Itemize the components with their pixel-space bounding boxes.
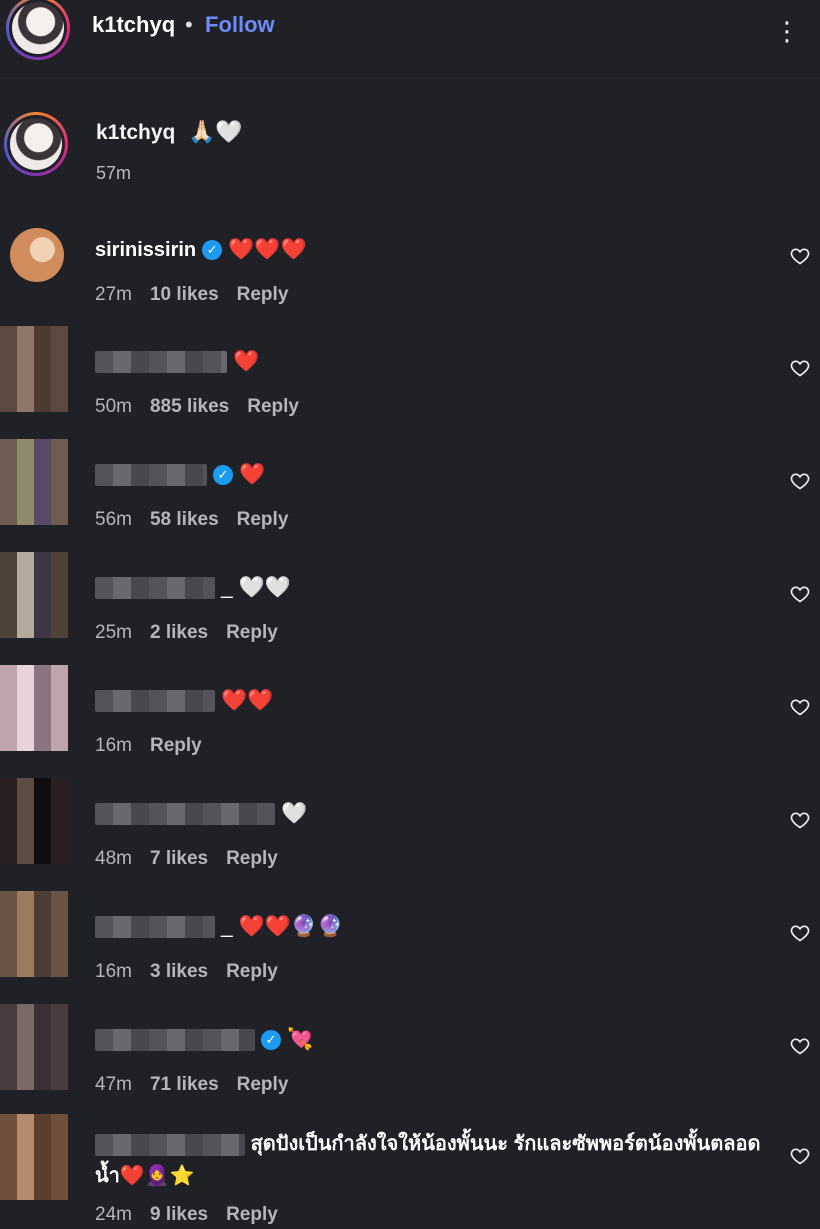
- comment-item: ❤️ 50m 885 likes Reply: [0, 326, 820, 440]
- blurred-username[interactable]: [95, 690, 215, 712]
- reply-button[interactable]: Reply: [237, 1074, 289, 1096]
- comment-text: ❤️: [239, 463, 266, 486]
- reply-button[interactable]: Reply: [237, 284, 289, 306]
- like-heart-icon[interactable]: [790, 1146, 810, 1166]
- commenter-avatar[interactable]: [0, 326, 68, 412]
- verified-icon: ✓: [261, 1030, 281, 1050]
- reply-button[interactable]: Reply: [226, 961, 278, 983]
- comment-item: ✓ 💘 47m 71 likes Reply: [0, 1004, 820, 1118]
- like-heart-icon[interactable]: [790, 697, 810, 717]
- comment-text: ❤️❤️: [221, 689, 274, 712]
- commenter-avatar[interactable]: [0, 665, 68, 751]
- more-options-icon[interactable]: ⋮: [774, 16, 802, 47]
- reply-button[interactable]: Reply: [226, 622, 278, 644]
- comment-likes[interactable]: 9 likes: [150, 1204, 208, 1226]
- comment-time: 16m: [95, 961, 132, 982]
- commenter-avatar[interactable]: [0, 778, 68, 864]
- comment-likes[interactable]: 2 likes: [150, 622, 208, 644]
- author-avatar[interactable]: [6, 0, 70, 60]
- comment-time: 25m: [95, 622, 132, 643]
- reply-button[interactable]: Reply: [226, 848, 278, 870]
- comment-time: 24m: [95, 1204, 132, 1225]
- follow-button[interactable]: Follow: [205, 12, 275, 38]
- blurred-username[interactable]: [95, 916, 215, 938]
- comment-likes[interactable]: 7 likes: [150, 848, 208, 870]
- commenter-avatar[interactable]: [0, 1004, 68, 1090]
- author-username[interactable]: k1tchyq: [92, 12, 175, 38]
- like-heart-icon[interactable]: [790, 584, 810, 604]
- comment-text: _ 🤍🤍: [221, 576, 291, 599]
- comment-time: 27m: [95, 284, 132, 305]
- comment-time: 56m: [95, 509, 132, 530]
- comment-likes[interactable]: 58 likes: [150, 509, 219, 531]
- commenter-username[interactable]: sirinissirin: [95, 239, 196, 262]
- caption-time: 57m: [96, 163, 132, 183]
- like-heart-icon[interactable]: [790, 810, 810, 830]
- commenter-avatar[interactable]: [0, 1114, 68, 1200]
- caption-avatar[interactable]: [4, 112, 68, 176]
- reply-button[interactable]: Reply: [237, 509, 289, 531]
- reply-button[interactable]: Reply: [150, 735, 202, 757]
- caption-text: 🙏🏻🤍: [188, 119, 243, 144]
- like-heart-icon[interactable]: [790, 358, 810, 378]
- comment-text: _ ❤️❤️🔮🔮: [221, 915, 344, 938]
- blurred-username[interactable]: [95, 577, 215, 599]
- comment-text: ❤️❤️❤️: [228, 238, 307, 261]
- caption-username[interactable]: k1tchyq: [96, 121, 175, 145]
- comment-item: _ 🤍🤍 25m 2 likes Reply: [0, 552, 820, 666]
- comment-time: 47m: [95, 1074, 132, 1095]
- blurred-username[interactable]: [95, 1029, 255, 1051]
- like-heart-icon[interactable]: [790, 471, 810, 491]
- comment-likes[interactable]: 71 likes: [150, 1074, 219, 1096]
- comment-item: ❤️❤️ 16m Reply: [0, 665, 820, 779]
- commenter-avatar[interactable]: [0, 891, 68, 977]
- comment-text: ❤️: [233, 350, 260, 373]
- blurred-username[interactable]: [95, 803, 275, 825]
- comment-item: _ ❤️❤️🔮🔮 16m 3 likes Reply: [0, 891, 820, 1005]
- comment-item: ✓ ❤️ 56m 58 likes Reply: [0, 439, 820, 553]
- reply-button[interactable]: Reply: [226, 1204, 278, 1226]
- comment-likes[interactable]: 3 likes: [150, 961, 208, 983]
- reply-button[interactable]: Reply: [247, 396, 299, 418]
- comment-likes[interactable]: 10 likes: [150, 284, 219, 306]
- commenter-avatar[interactable]: [0, 552, 68, 638]
- post-header: k1tchyq • Follow ⋮: [0, 0, 820, 79]
- verified-icon: ✓: [213, 465, 233, 485]
- separator-dot: •: [185, 12, 193, 37]
- blurred-username[interactable]: [95, 464, 207, 486]
- comment-item: สุดปังเป็นกำลังใจให้น้องพั้นนะ รักและซัพ…: [0, 1114, 820, 1229]
- commenter-avatar[interactable]: [0, 439, 68, 525]
- comment-text: 💘: [287, 1028, 314, 1051]
- verified-icon: ✓: [202, 240, 223, 260]
- commenter-avatar[interactable]: [10, 228, 64, 282]
- comment-item: sirinissirin ✓ ❤️❤️❤️ 27m 10 likes Reply: [0, 228, 820, 328]
- blurred-username[interactable]: [95, 351, 227, 373]
- comment-item: 🤍 48m 7 likes Reply: [0, 778, 820, 892]
- comment-likes[interactable]: 885 likes: [150, 396, 229, 418]
- like-heart-icon[interactable]: [790, 923, 810, 943]
- like-heart-icon[interactable]: [790, 1036, 810, 1056]
- blurred-username[interactable]: [95, 1133, 245, 1156]
- comment-time: 50m: [95, 396, 132, 417]
- comment-text: 🤍: [281, 802, 308, 825]
- comment-time: 16m: [95, 735, 132, 756]
- comment-time: 48m: [95, 848, 132, 869]
- like-heart-icon[interactable]: [790, 246, 810, 266]
